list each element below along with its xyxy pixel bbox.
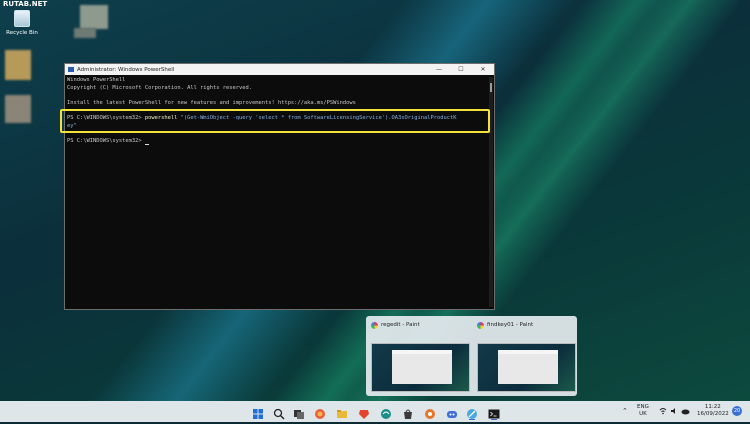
- thumbnail-preview: [371, 343, 470, 392]
- watermark: RUTAB.NET: [3, 0, 48, 8]
- input-line[interactable]: PS C:\WINDOWS\system32>: [67, 138, 492, 146]
- thumbnail-regedit[interactable]: regedit - Paint: [368, 319, 470, 393]
- thumbnail-preview: [477, 343, 576, 392]
- search-icon[interactable]: [273, 405, 285, 420]
- widgets-icon[interactable]: [314, 405, 326, 419]
- console-line: Windows PowerShell: [67, 77, 126, 83]
- recycle-bin[interactable]: Recycle Bin: [4, 10, 40, 36]
- clock-time: 11:22: [704, 404, 721, 410]
- edge-icon[interactable]: [380, 405, 392, 419]
- scrollbar-thumb[interactable]: [490, 83, 492, 92]
- start-icon[interactable]: [252, 405, 264, 419]
- cloud-icon[interactable]: [681, 407, 690, 418]
- desktop-icon-blurred[interactable]: [5, 95, 31, 123]
- volume-icon[interactable]: [670, 407, 678, 418]
- thumbnail-title: findkey01 - Paint: [487, 322, 534, 328]
- text-cursor: [144, 144, 149, 146]
- store-icon[interactable]: [402, 405, 414, 419]
- steam-icon[interactable]: [424, 405, 436, 419]
- language-top: ENG: [637, 404, 649, 410]
- brave-icon[interactable]: [358, 405, 370, 419]
- powershell-icon: [68, 67, 74, 72]
- paint-icon: [371, 321, 378, 329]
- maximize-button[interactable]: ☐: [450, 64, 472, 75]
- powershell-window[interactable]: Administrator: Windows PowerShell — ☐ ✕ …: [64, 63, 495, 310]
- console-line: Copyright (C) Microsoft Corporation. All…: [67, 84, 252, 91]
- console-line: Install the latest PowerShell for new fe…: [67, 99, 356, 106]
- file-explorer-icon[interactable]: [336, 405, 348, 418]
- recycle-bin-icon: [14, 10, 30, 27]
- minimize-button[interactable]: —: [428, 64, 450, 75]
- taskbar: ⌃ ENG UK 11:22 16/09/2022 20: [0, 401, 750, 422]
- notification-badge[interactable]: 20: [732, 406, 742, 416]
- desktop-icon-blurred[interactable]: [74, 28, 96, 38]
- wifi-icon[interactable]: [659, 407, 667, 418]
- language-indicator[interactable]: ENG UK: [637, 404, 649, 418]
- prompt: PS C:\WINDOWS\system32>: [67, 137, 145, 144]
- close-button[interactable]: ✕: [472, 64, 494, 75]
- window-title: Administrator: Windows PowerShell: [77, 66, 175, 73]
- command-highlight-box: [60, 109, 490, 133]
- desktop-icon-blurred[interactable]: [5, 50, 31, 80]
- paint-taskbar-icon[interactable]: [466, 405, 478, 420]
- recycle-bin-label: Recycle Bin: [6, 30, 38, 36]
- discord-icon[interactable]: [446, 405, 458, 418]
- task-view-icon[interactable]: [293, 405, 305, 419]
- paint-icon: [477, 321, 484, 329]
- powershell-titlebar[interactable]: Administrator: Windows PowerShell — ☐ ✕: [65, 64, 494, 75]
- thumbnail-title: regedit - Paint: [381, 322, 420, 328]
- thumbnail-findkey01[interactable]: findkey01 - Paint: [474, 319, 576, 393]
- desktop-icon-blurred[interactable]: [80, 5, 108, 29]
- clock-date: 16/09/2022: [697, 411, 729, 417]
- chevron-up-icon[interactable]: ⌃: [622, 408, 628, 415]
- taskbar-thumbnail-popup: regedit - Paint findkey01 - Paint: [366, 316, 577, 396]
- terminal-icon[interactable]: [488, 405, 500, 420]
- clock[interactable]: 11:22 16/09/2022: [697, 404, 729, 418]
- language-bottom: UK: [639, 411, 647, 417]
